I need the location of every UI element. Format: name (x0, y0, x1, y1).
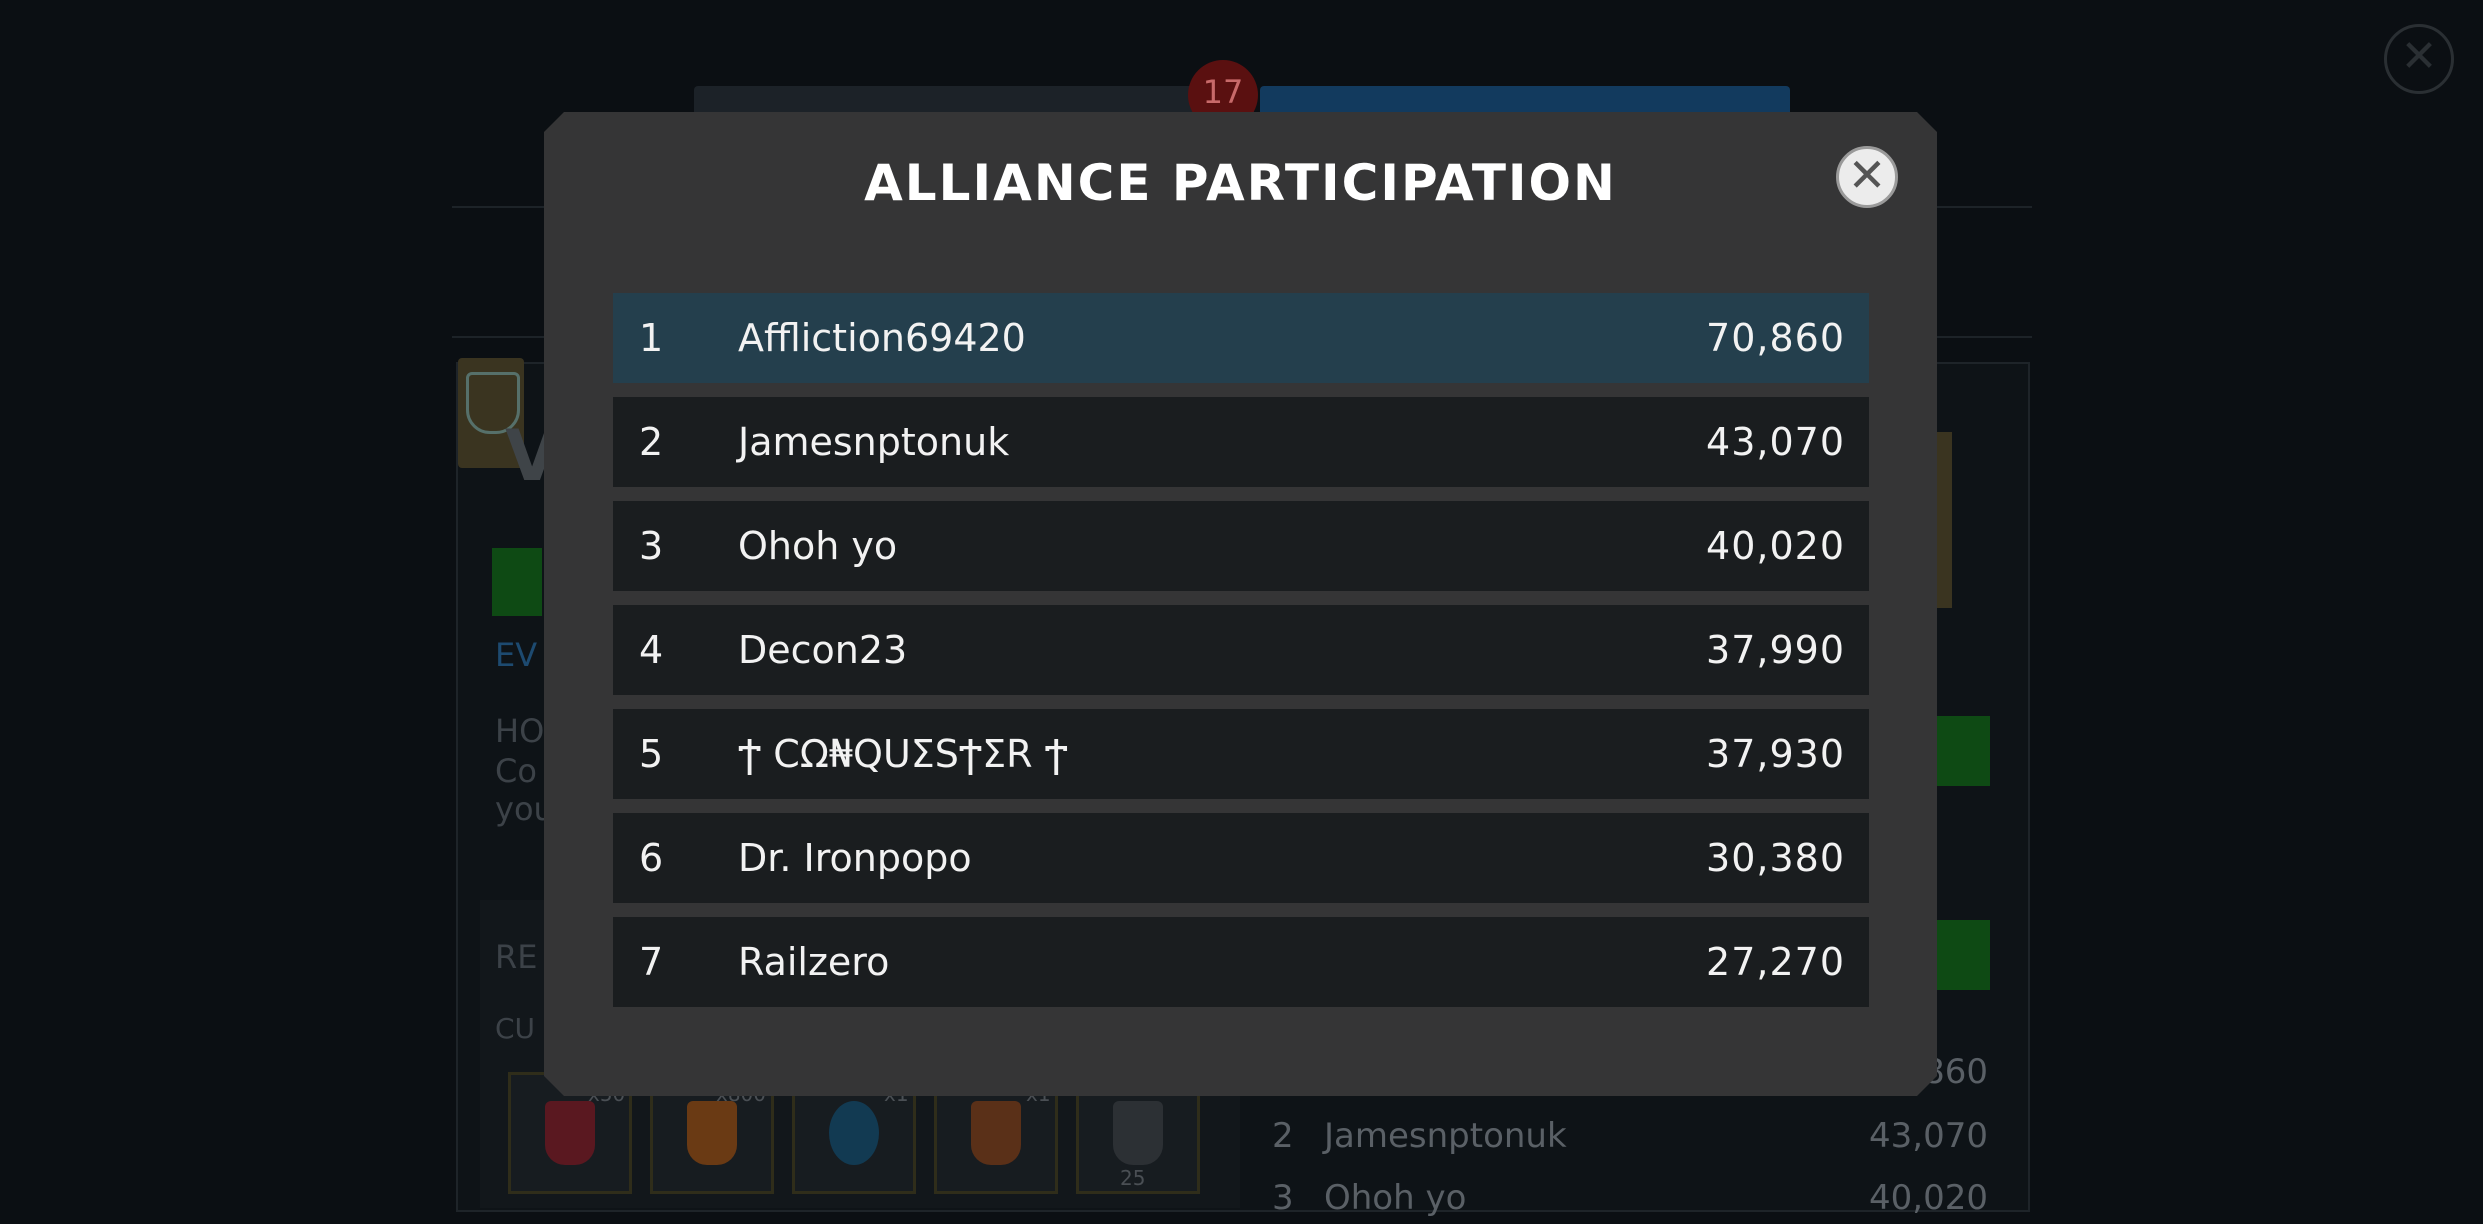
list-rank: 2 (1272, 1116, 1294, 1156)
list-score: 43,070 (1869, 1116, 1988, 1156)
participant-row[interactable]: 3 Ohoh yo 40,020 (613, 501, 1869, 591)
participant-rank: 2 (639, 420, 664, 464)
participant-name: Affliction69420 (738, 316, 1026, 360)
green-button[interactable] (1930, 716, 1990, 786)
how-label: HO (495, 712, 545, 750)
rewards-label: RE (495, 938, 538, 976)
participant-rank: 1 (639, 316, 664, 360)
participant-score: 43,070 (1706, 420, 1845, 464)
participant-name: Ϯ CΩ₦QUΣSϮΣR Ϯ (738, 732, 1068, 776)
participant-row[interactable]: 2 Jamesnptonuk 43,070 (613, 397, 1869, 487)
participant-row[interactable]: 1 Affliction69420 70,860 (613, 293, 1869, 383)
participation-list: 1 Affliction69420 70,860 2 Jamesnptonuk … (613, 293, 1869, 1021)
background-close-icon[interactable]: ✕ (2384, 24, 2454, 94)
close-icon: ✕ (1847, 148, 1887, 202)
list-name: Jamesnptonuk (1324, 1116, 1567, 1156)
participant-row[interactable]: 7 Railzero 27,270 (613, 917, 1869, 1007)
participant-score: 40,020 (1706, 524, 1845, 568)
participant-score: 37,930 (1706, 732, 1845, 776)
green-button[interactable] (492, 548, 542, 616)
participant-rank: 5 (639, 732, 664, 776)
participant-name: Dr. Ironpopo (738, 836, 972, 880)
participant-name: Jamesnptonuk (738, 420, 1010, 464)
list-rank: 3 (1272, 1178, 1294, 1218)
list-item: 3 Ohoh yo 40,020 (1264, 1170, 2004, 1224)
green-button[interactable] (1930, 920, 1990, 990)
participant-name: Ohoh yo (738, 524, 898, 568)
participant-rank: 7 (639, 940, 664, 984)
how-text-line: Co (495, 752, 537, 790)
participant-score: 30,380 (1706, 836, 1845, 880)
event-tab-label: EV (495, 636, 538, 674)
participant-name: Decon23 (738, 628, 908, 672)
participant-row[interactable]: 6 Dr. Ironpopo 30,380 (613, 813, 1869, 903)
participant-row[interactable]: 4 Decon23 37,990 (613, 605, 1869, 695)
alliance-participation-modal: ALLIANCE PARTICIPATION ✕ 1 Affliction694… (544, 112, 1937, 1096)
participant-row[interactable]: 5 Ϯ CΩ₦QUΣSϮΣR Ϯ 37,930 (613, 709, 1869, 799)
participant-score: 37,990 (1706, 628, 1845, 672)
participant-rank: 4 (639, 628, 664, 672)
close-button[interactable]: ✕ (1836, 146, 1898, 208)
list-score: 40,020 (1869, 1178, 1988, 1218)
participant-score: 27,270 (1706, 940, 1845, 984)
list-item: 2 Jamesnptonuk 43,070 (1264, 1108, 2004, 1162)
modal-title: ALLIANCE PARTICIPATION (864, 154, 1617, 212)
participant-rank: 6 (639, 836, 664, 880)
participant-score: 70,860 (1706, 316, 1845, 360)
reward-count: 25 (1120, 1166, 1146, 1190)
participant-name: Railzero (738, 940, 890, 984)
list-name: Ohoh yo (1324, 1178, 1467, 1218)
participant-rank: 3 (639, 524, 664, 568)
current-label: CU (495, 1012, 536, 1045)
